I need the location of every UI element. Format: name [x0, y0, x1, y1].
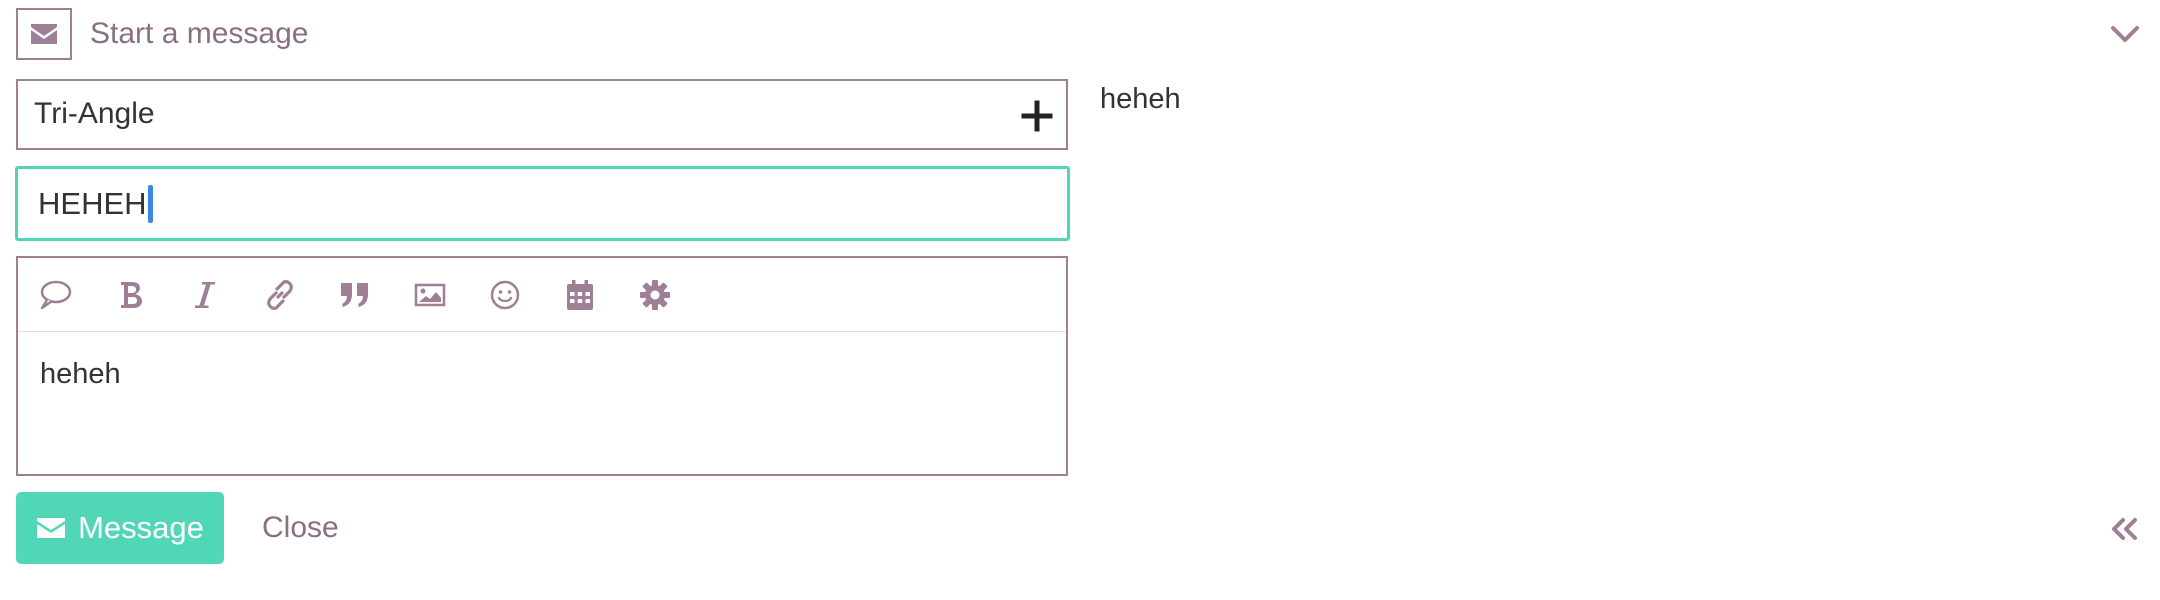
speech-bubble-icon[interactable]: [38, 278, 72, 312]
double-chevron-left-icon[interactable]: [2107, 512, 2141, 546]
message-editor[interactable]: heheh: [16, 256, 1068, 476]
envelope-icon: [31, 24, 57, 44]
send-button-label: Message: [78, 510, 204, 545]
close-button[interactable]: Close: [262, 510, 339, 546]
editor-body-text[interactable]: heheh: [40, 356, 121, 392]
chevron-down-icon[interactable]: [2107, 16, 2143, 52]
bold-icon[interactable]: [114, 278, 148, 312]
plus-icon[interactable]: [1020, 99, 1054, 133]
envelope-icon: [36, 516, 66, 540]
italic-icon[interactable]: [188, 278, 222, 312]
envelope-icon-box[interactable]: [16, 8, 72, 60]
gear-icon[interactable]: [638, 278, 672, 312]
message-composer: Start a message Tri-Angle HEHEH heheh he…: [0, 0, 2160, 600]
image-icon[interactable]: [413, 278, 447, 312]
composer-title[interactable]: Start a message: [90, 16, 308, 52]
recipient-value: Tri-Angle: [34, 97, 155, 130]
emoji-icon[interactable]: [488, 278, 522, 312]
quote-icon[interactable]: [338, 278, 372, 312]
link-icon[interactable]: [263, 278, 297, 312]
send-message-button[interactable]: Message: [16, 492, 224, 564]
recipient-field[interactable]: Tri-Angle: [16, 79, 1068, 150]
text-caret: [147, 184, 153, 223]
editor-toolbar: [18, 258, 1066, 332]
calendar-icon[interactable]: [563, 278, 597, 312]
subject-input[interactable]: HEHEH: [15, 166, 1070, 241]
message-preview: heheh: [1100, 83, 1181, 115]
subject-value: HEHEH: [38, 186, 147, 221]
subject-text-wrap: HEHEH: [38, 184, 153, 225]
